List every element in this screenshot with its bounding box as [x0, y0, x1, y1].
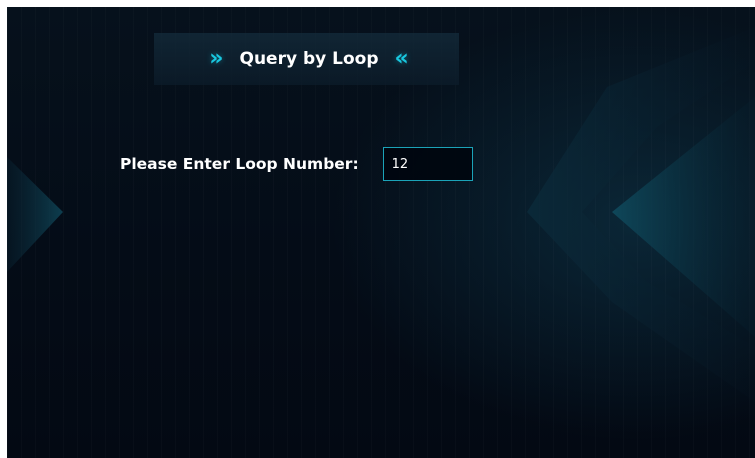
title-bar: » Query by Loop « [154, 33, 459, 85]
loop-number-label: Please Enter Loop Number: [120, 155, 359, 173]
double-chevron-right-icon: » [209, 46, 223, 71]
loop-number-input[interactable] [382, 147, 473, 181]
query-panel: » Query by Loop « Please Enter Loop Numb… [7, 7, 755, 458]
page-title: Query by Loop [239, 49, 379, 69]
loop-number-row: Please Enter Loop Number: [120, 146, 473, 182]
double-chevron-left-icon: « [394, 46, 409, 71]
